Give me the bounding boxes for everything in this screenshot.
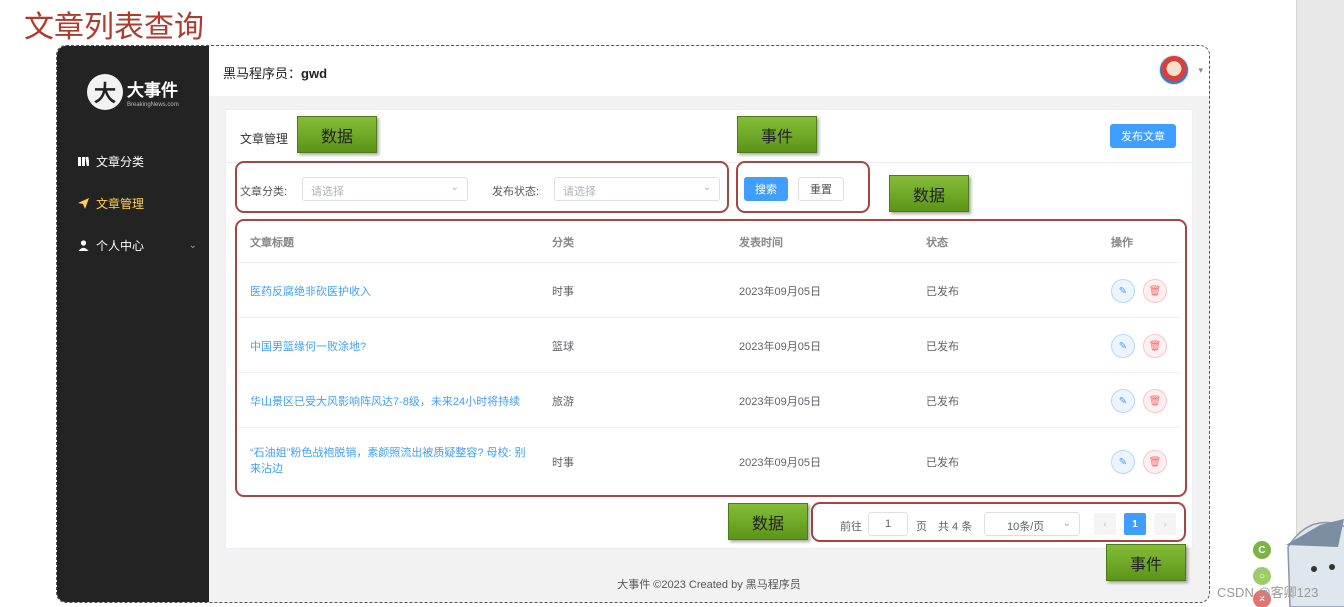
avatar[interactable] [1159,55,1189,85]
annotation-box-table [235,219,1187,497]
logo: 大 大事件 BreakingNews.com [87,74,179,110]
sidebar-item-article-manage[interactable]: 文章管理 [77,195,197,212]
annotation-tag-data: 数据 [728,503,808,540]
paper-plane-icon [77,198,89,210]
top-bar: 黑马程序员：gwd ▾ [209,46,1209,96]
annotation-tag-data: 数据 [297,116,377,153]
watermark: CSDN @客卿123 [1217,585,1319,600]
sidebar-item-label: 文章管理 [96,197,145,211]
annotation-tag-event: 事件 [737,116,817,153]
logo-subtitle: BreakingNews.com [127,102,179,108]
annotation-tag-event: 事件 [1106,544,1186,581]
sidebar: 大 大事件 BreakingNews.com 文章分类 文章管理 个人中心 ⌄ [57,46,209,602]
logo-mark: 大 [87,74,123,110]
caret-down-icon[interactable]: ▾ [1198,65,1203,76]
user-info: 黑马程序员：gwd [223,66,328,81]
sidebar-item-label: 个人中心 [96,239,145,253]
footer: 大事件 ©2023 Created by 黑马程序员 [617,579,801,591]
logo-title: 大事件 [127,81,178,101]
sidebar-item-profile[interactable]: 个人中心 ⌄ [77,237,197,254]
chevron-down-icon: ⌄ [188,240,197,251]
username: gwd [301,66,328,81]
annotation-box-filters [235,161,729,213]
card-title: 文章管理 [240,132,289,146]
annotation-box-buttons [736,161,870,213]
decoration-icon: C [1253,541,1271,559]
page-heading: 文章列表查询 [24,11,204,44]
user-icon [77,240,89,252]
sidebar-item-article-category[interactable]: 文章分类 [77,153,197,170]
annotation-box-pagination [811,502,1186,542]
book-icon [77,156,89,168]
annotation-tag-data: 数据 [889,175,969,212]
publish-article-button[interactable]: 发布文章 [1110,124,1176,148]
sidebar-item-label: 文章分类 [96,155,145,169]
